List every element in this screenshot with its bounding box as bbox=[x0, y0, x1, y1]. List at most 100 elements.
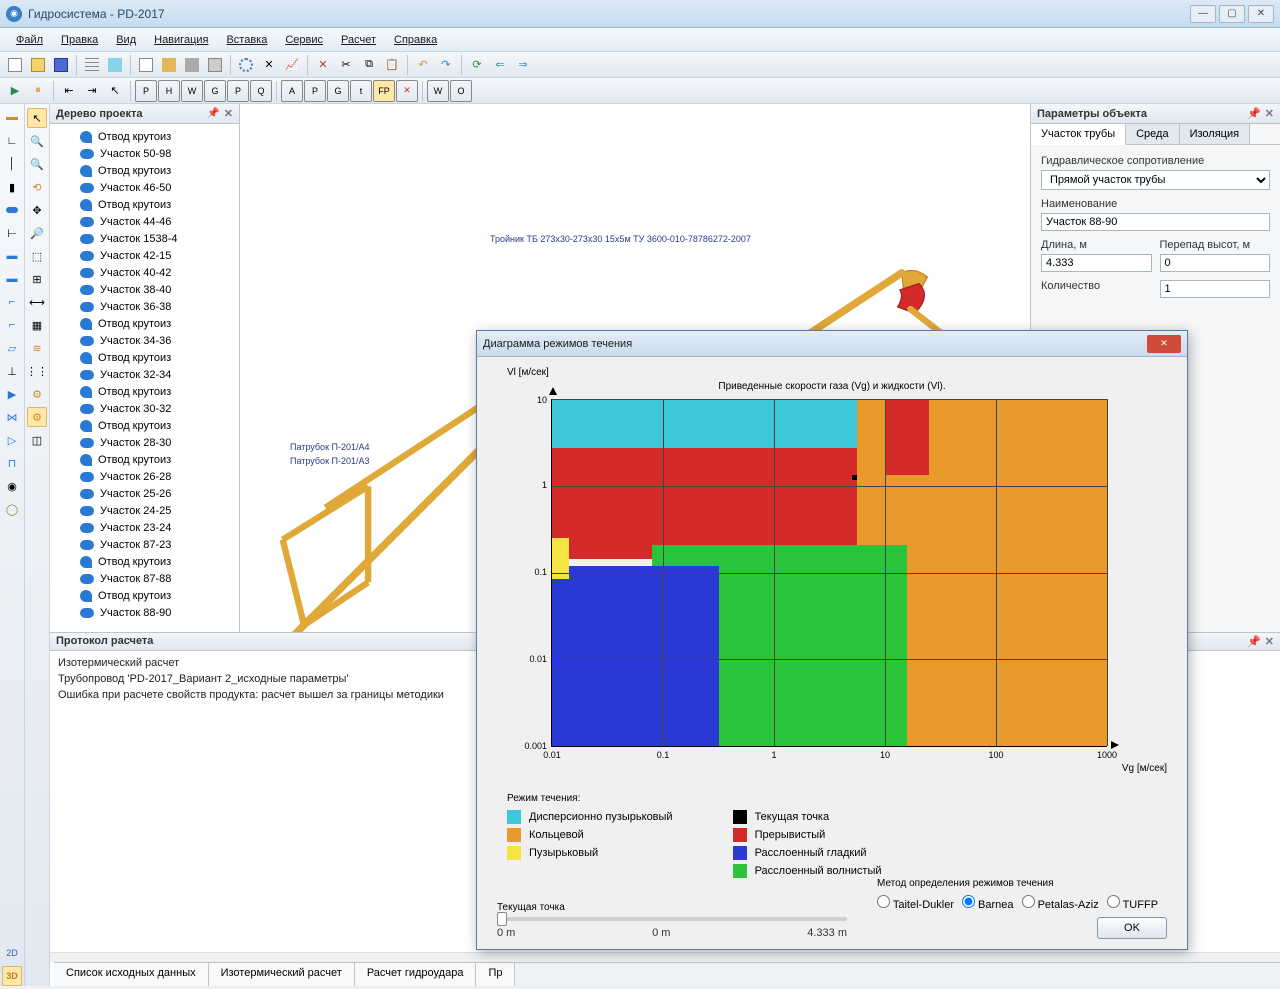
back-icon[interactable]: ⇐ bbox=[489, 54, 511, 76]
layers-icon[interactable]: ▦ bbox=[27, 315, 47, 335]
p3-icon[interactable]: P bbox=[304, 80, 326, 102]
menu-navigation[interactable]: Навигация bbox=[146, 32, 216, 48]
menu-tools[interactable]: Сервис bbox=[277, 32, 331, 48]
tree-node[interactable]: Отвод крутоиз bbox=[50, 196, 239, 213]
method-radio-Barnea[interactable]: Barnea bbox=[962, 895, 1014, 911]
tree-node[interactable]: Участок 46-50 bbox=[50, 179, 239, 196]
qty-input[interactable] bbox=[1160, 280, 1271, 298]
w2-icon[interactable]: W bbox=[427, 80, 449, 102]
close-button[interactable]: ✕ bbox=[1248, 5, 1274, 23]
save-icon[interactable] bbox=[50, 54, 72, 76]
tree-node[interactable]: Участок 38-40 bbox=[50, 281, 239, 298]
tool-segment[interactable] bbox=[2, 200, 22, 220]
cut-icon[interactable]: ✂ bbox=[335, 54, 357, 76]
tool-measure[interactable]: ⊓ bbox=[2, 453, 22, 473]
cursor-icon[interactable]: ↖ bbox=[104, 80, 126, 102]
ok-button[interactable]: OK bbox=[1097, 917, 1167, 939]
tree-node[interactable]: Участок 30-32 bbox=[50, 400, 239, 417]
forward-icon[interactable]: ⇒ bbox=[512, 54, 534, 76]
fp-icon[interactable]: FP bbox=[373, 80, 395, 102]
new-icon[interactable] bbox=[4, 54, 26, 76]
redo-icon[interactable]: ↷ bbox=[435, 54, 457, 76]
method-radio-Petalas-Aziz[interactable]: Petalas-Aziz bbox=[1022, 895, 1099, 911]
p-icon[interactable]: P bbox=[135, 80, 157, 102]
tool-bend1[interactable]: ⌐ bbox=[2, 292, 22, 312]
tree-node[interactable]: Отвод крутоиз bbox=[50, 587, 239, 604]
list-icon[interactable] bbox=[104, 54, 126, 76]
tool-ring[interactable]: ◯ bbox=[2, 499, 22, 519]
btab-hammer[interactable]: Расчет гидроудара bbox=[355, 963, 477, 986]
tree-node[interactable]: Участок 1538-4 bbox=[50, 230, 239, 247]
p2-icon[interactable]: P bbox=[227, 80, 249, 102]
tree-node[interactable]: Участок 40-42 bbox=[50, 264, 239, 281]
open-icon[interactable] bbox=[27, 54, 49, 76]
preview-icon[interactable] bbox=[204, 54, 226, 76]
method-radio-TUFFP[interactable]: TUFFP bbox=[1107, 895, 1158, 911]
copy-icon[interactable] bbox=[135, 54, 157, 76]
paste2-icon[interactable]: 📋 bbox=[381, 54, 403, 76]
tree-node[interactable]: Участок 34-36 bbox=[50, 332, 239, 349]
method-radio-Taitel-Dukler[interactable]: Taitel-Dukler bbox=[877, 895, 954, 911]
tree-node[interactable]: Участок 32-34 bbox=[50, 366, 239, 383]
tool-valve1[interactable]: ▬ bbox=[2, 246, 22, 266]
tree-node[interactable]: Отвод крутоиз bbox=[50, 417, 239, 434]
menu-insert[interactable]: Вставка bbox=[218, 32, 275, 48]
tab-insulation[interactable]: Изоляция bbox=[1180, 124, 1250, 144]
params-pin-icon[interactable]: 📌 bbox=[1247, 107, 1261, 120]
grid-icon[interactable]: ⋮⋮ bbox=[27, 361, 47, 381]
tree-node[interactable]: Отвод крутоиз bbox=[50, 383, 239, 400]
tree-node[interactable]: Отвод крутоиз bbox=[50, 128, 239, 145]
grid-icon[interactable] bbox=[81, 54, 103, 76]
x-icon[interactable]: ✕ bbox=[396, 80, 418, 102]
tree-node[interactable]: Участок 25-26 bbox=[50, 485, 239, 502]
tree-node[interactable]: Участок 87-23 bbox=[50, 536, 239, 553]
tool-junction[interactable]: ⊥ bbox=[2, 361, 22, 381]
tool-joint[interactable]: ⊢ bbox=[2, 223, 22, 243]
protocol-hscroll[interactable] bbox=[50, 952, 1280, 962]
zoom-region-icon[interactable]: ⬚ bbox=[27, 246, 47, 266]
tree-node[interactable]: Участок 24-25 bbox=[50, 502, 239, 519]
measure-icon[interactable]: ⊞ bbox=[27, 269, 47, 289]
protocol-pin-icon[interactable]: 📌 bbox=[1247, 635, 1261, 648]
tool-bowtie[interactable]: ⋈ bbox=[2, 407, 22, 427]
tool-play[interactable]: ▶ bbox=[2, 384, 22, 404]
render-icon[interactable]: ◫ bbox=[27, 430, 47, 450]
o-icon[interactable]: O bbox=[450, 80, 472, 102]
h-icon[interactable]: H bbox=[158, 80, 180, 102]
pan-icon[interactable]: ✥ bbox=[27, 200, 47, 220]
tree-node[interactable]: Участок 42-15 bbox=[50, 247, 239, 264]
tree-node[interactable]: Отвод крутоиз bbox=[50, 349, 239, 366]
menu-edit[interactable]: Правка bbox=[53, 32, 106, 48]
length-input[interactable] bbox=[1041, 254, 1152, 272]
settings-icon[interactable] bbox=[235, 54, 257, 76]
g-icon[interactable]: G bbox=[204, 80, 226, 102]
zoom-in-icon[interactable]: 🔍 bbox=[27, 131, 47, 151]
tool-bar[interactable]: ▮ bbox=[2, 177, 22, 197]
menu-help[interactable]: Справка bbox=[386, 32, 445, 48]
refresh-icon[interactable]: ⟳ bbox=[466, 54, 488, 76]
drop-input[interactable] bbox=[1160, 254, 1271, 272]
chart-icon[interactable]: 📈 bbox=[281, 54, 303, 76]
settings2-icon[interactable]: ⚙ bbox=[27, 384, 47, 404]
tree-node[interactable]: Участок 36-38 bbox=[50, 298, 239, 315]
nav1-icon[interactable]: ⇤ bbox=[58, 80, 80, 102]
menu-calc[interactable]: Расчет bbox=[333, 32, 384, 48]
tool-reducer[interactable]: ▱ bbox=[2, 338, 22, 358]
w-icon[interactable]: W bbox=[181, 80, 203, 102]
tree-node[interactable]: Участок 44-46 bbox=[50, 213, 239, 230]
btab-more[interactable]: Пр bbox=[476, 963, 515, 986]
pause-icon[interactable]: ⏸ bbox=[27, 80, 49, 102]
highlight-icon[interactable]: ⚙ bbox=[27, 407, 47, 427]
tree-node[interactable]: Участок 23-24 bbox=[50, 519, 239, 536]
btab-isothermal[interactable]: Изотермический расчет bbox=[209, 963, 355, 986]
tree-pin-icon[interactable]: 📌 bbox=[207, 108, 219, 119]
tool-check[interactable]: ▷ bbox=[2, 430, 22, 450]
print-icon[interactable] bbox=[181, 54, 203, 76]
undo-icon[interactable]: ↶ bbox=[412, 54, 434, 76]
name-input[interactable] bbox=[1041, 213, 1270, 231]
tree-node[interactable]: Участок 28-30 bbox=[50, 434, 239, 451]
play-icon[interactable]: ▶ bbox=[4, 80, 26, 102]
menu-view[interactable]: Вид bbox=[108, 32, 144, 48]
tool-angle[interactable]: ∟ bbox=[2, 131, 22, 151]
tree-node[interactable]: Участок 26-28 bbox=[50, 468, 239, 485]
